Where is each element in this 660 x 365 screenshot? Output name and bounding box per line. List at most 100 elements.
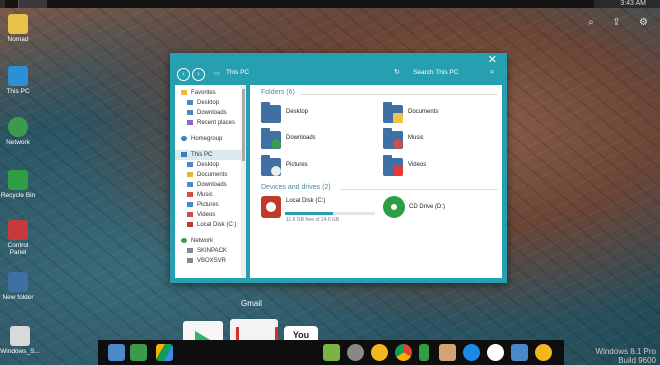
downloads-folder-icon [261, 128, 281, 149]
desktop-right-icons: ⌕ ⇪ ⚙ [574, 12, 648, 30]
devices-header[interactable]: Devices and drives (2) [261, 184, 331, 191]
music-folder-icon [383, 128, 403, 149]
desktop-icon-control-panel[interactable]: Control Panel [0, 220, 36, 256]
computer-icon [181, 151, 187, 157]
photos-icon[interactable] [439, 344, 456, 361]
desktop-icon-recycle-bin[interactable]: Recycle Bin [0, 170, 36, 199]
folders-header[interactable]: Folders (6) [261, 89, 295, 96]
content-pane: Folders (6) Desktop Documents Downloads … [250, 85, 502, 278]
close-icon[interactable]: ✕ [488, 53, 497, 66]
headphones-icon[interactable] [371, 344, 388, 361]
share-icon[interactable]: ⇪ [612, 17, 620, 28]
drive-local-disk[interactable]: Local Disk (C:) 11.6 GB free of 24.6 GB [261, 196, 381, 223]
breadcrumb[interactable]: This PC [226, 69, 249, 76]
drive-usage-bar [285, 212, 375, 215]
desktop-icon [187, 161, 193, 167]
network-icon [8, 117, 28, 137]
sidebar-favorites[interactable]: Favorites [175, 88, 246, 98]
sidebar-network[interactable]: Network [175, 236, 246, 246]
documents-icon [187, 171, 193, 177]
window-titlebar[interactable]: ✕ ‹ › ▭ This PC ↻ Search This PC ⌕ [170, 53, 507, 83]
sidebar-pc-videos[interactable]: Videos [175, 210, 246, 220]
homegroup-icon [181, 135, 187, 141]
sidebar-net-skinpack[interactable]: SKINPACK [175, 246, 246, 256]
sidebar-scrollbar[interactable] [241, 85, 246, 278]
folder-desktop[interactable]: Desktop [261, 102, 376, 125]
folder-pictures[interactable]: Pictures [261, 155, 376, 178]
star-icon [181, 89, 187, 95]
download-badge-icon [271, 139, 281, 149]
desktop-icon-this-pc[interactable]: This PC [0, 66, 36, 95]
start-button[interactable] [0, 0, 5, 8]
desktop-icon-windows-s[interactable]: Windows_S... [0, 326, 40, 355]
folder-videos[interactable]: Videos [383, 155, 498, 178]
hard-drive-icon [261, 196, 281, 218]
network-icon [181, 237, 187, 243]
video-badge-icon [393, 166, 403, 176]
weather-icon[interactable] [535, 344, 552, 361]
drive-usage-fill [285, 212, 333, 215]
back-button[interactable]: ‹ [177, 68, 190, 81]
apps-grid-icon[interactable] [487, 344, 504, 361]
sidebar-homegroup[interactable]: Homegroup [175, 134, 246, 144]
divider [340, 189, 498, 190]
dock-hover-label: Gmail [241, 299, 262, 308]
scrollbar-thumb[interactable] [242, 89, 245, 161]
settings-icon[interactable]: ⚙ [639, 17, 648, 28]
folder-icon [8, 272, 28, 292]
sidebar-pc-desktop[interactable]: Desktop [175, 160, 246, 170]
sidebar-net-vboxsvr[interactable]: VBOXSVR [175, 256, 246, 266]
sidebar-item-downloads[interactable]: Downloads [175, 108, 246, 118]
drive-icon [187, 221, 193, 227]
recycle-bin-icon [8, 170, 28, 190]
sidebar-pc-music[interactable]: Music [175, 190, 246, 200]
desktop-icon [187, 99, 193, 105]
computer-icon [187, 247, 193, 253]
sidebar-item-desktop[interactable]: Desktop [175, 98, 246, 108]
top-taskbar: 3:43 AM [0, 0, 660, 8]
search-icon[interactable]: ⌕ [588, 17, 594, 28]
pictures-folder-icon [261, 155, 281, 176]
folder-music[interactable]: Music [383, 128, 498, 151]
maps-icon[interactable] [130, 344, 147, 361]
desktop-icon-network[interactable]: Network [0, 117, 36, 146]
drive-icon[interactable] [156, 344, 173, 361]
sidebar-pc-pictures[interactable]: Pictures [175, 200, 246, 210]
forward-button[interactable]: › [192, 68, 205, 81]
recent-icon [187, 119, 193, 125]
google-maps-icon[interactable] [323, 344, 340, 361]
desktop-icon-nomad[interactable]: Nomad [0, 14, 36, 43]
installer-icon [10, 326, 30, 346]
sidebar-this-pc[interactable]: This PC [175, 150, 246, 160]
battery-icon[interactable] [419, 344, 429, 361]
search-input[interactable]: Search This PC [413, 69, 458, 76]
pictures-icon [187, 201, 193, 207]
sidebar-item-recent-places[interactable]: Recent places [175, 118, 246, 128]
downloads-icon [187, 109, 193, 115]
clock[interactable]: 3:43 AM [620, 0, 646, 8]
search-icon[interactable]: ⌕ [490, 67, 494, 77]
sidebar-pc-downloads[interactable]: Downloads [175, 180, 246, 190]
os-watermark: Windows 8.1 Pro Build 9600 [595, 347, 656, 365]
drive-cd[interactable]: CD Drive (D:) [383, 196, 493, 222]
drive-name: Local Disk (C:) [286, 198, 326, 204]
music-badge-icon [393, 139, 403, 149]
settings-icon[interactable] [347, 344, 364, 361]
sidebar-pc-documents[interactable]: Documents [175, 170, 246, 180]
folder-icon[interactable] [511, 344, 528, 361]
desktop-icon-new-folder[interactable]: New folder [0, 272, 36, 301]
drive-free-space: 11.6 GB free of 24.6 GB [286, 217, 340, 223]
files-icon[interactable] [108, 344, 125, 361]
folder-downloads[interactable]: Downloads [261, 128, 376, 151]
cd-drive-icon [383, 196, 405, 218]
folder-documents[interactable]: Documents [383, 102, 498, 125]
chrome-icon[interactable] [395, 344, 412, 361]
downloads-icon [187, 181, 193, 187]
search-app-icon[interactable] [463, 344, 480, 361]
document-badge-icon [393, 113, 403, 123]
sidebar-pc-local-disk[interactable]: Local Disk (C:) [175, 220, 246, 230]
refresh-icon[interactable]: ↻ [394, 68, 400, 76]
taskbar-window-button[interactable] [18, 0, 47, 8]
navigation-pane: Favorites Desktop Downloads Recent place… [175, 85, 246, 278]
divider [300, 94, 498, 95]
